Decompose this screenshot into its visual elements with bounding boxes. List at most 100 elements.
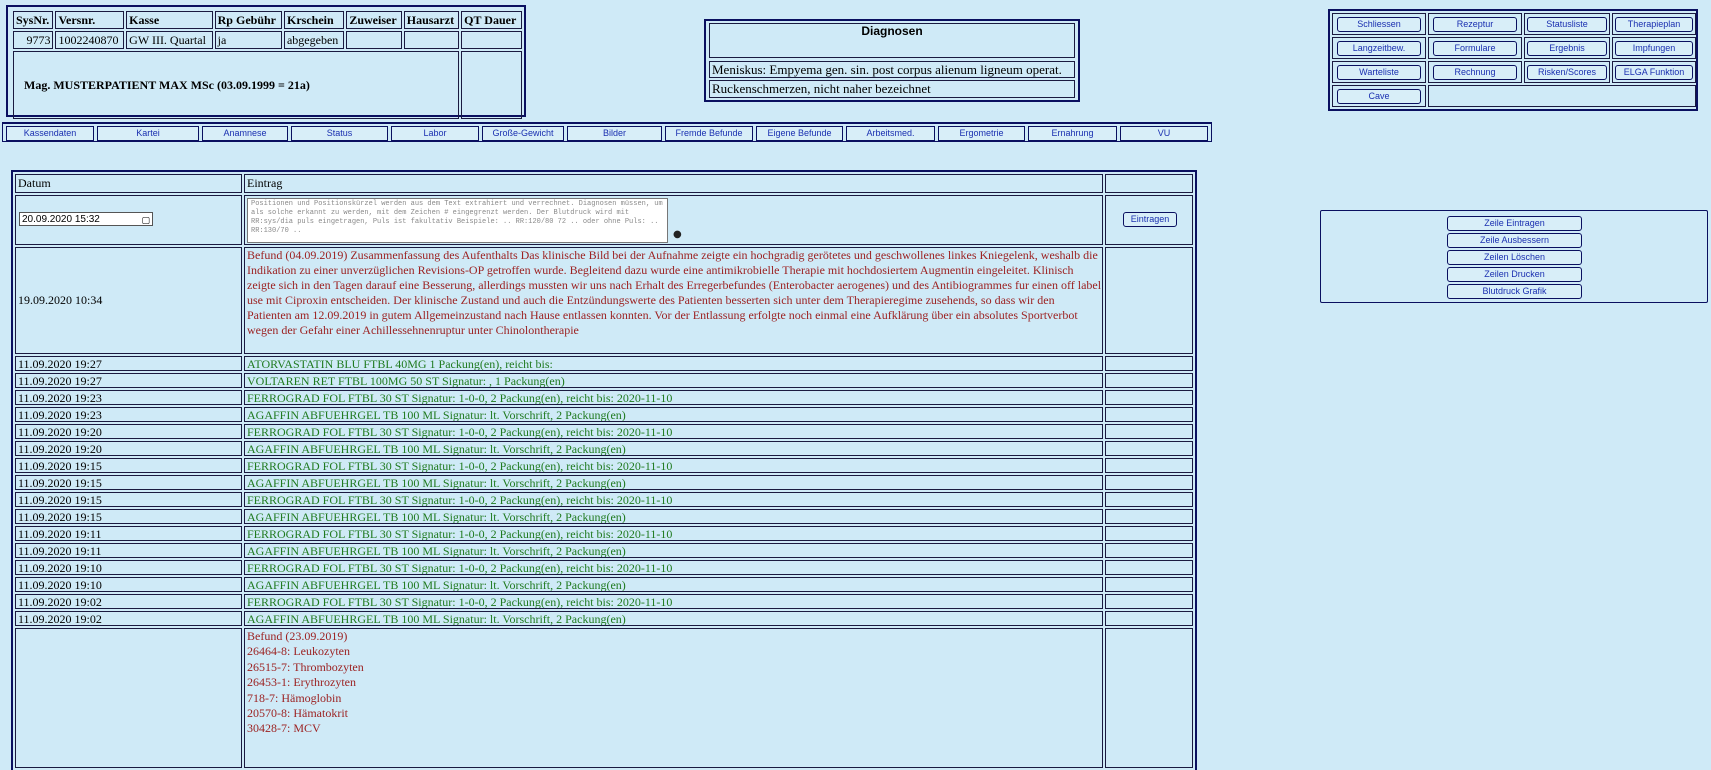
zeile-eintragen-button[interactable]: Zeile Eintragen [1447,216,1582,231]
row-date: 11.09.2020 19:10 [15,560,242,575]
row-date: 11.09.2020 19:15 [15,458,242,473]
tab-kassendaten[interactable]: Kassendaten [6,126,94,141]
tab-bar: Kassendaten Kartei Anamnese Status Labor… [2,122,1212,142]
patient-name: Mag. MUSTERPATIENT MAX MSc (03.09.1999 =… [13,51,460,119]
diagnoses-panel: Diagnosen Meniskus: Empyema gen. sin. po… [704,19,1080,102]
row-date: 11.09.2020 19:15 [15,509,242,524]
tab-kartei[interactable]: Kartei [97,126,199,141]
row-date: 11.09.2020 19:20 [15,424,242,439]
tab-eigene-befunde[interactable]: Eigene Befunde [756,126,843,141]
input-date-cell: 20.09.2020 15:32 ▢ [15,195,242,245]
tab-vu[interactable]: VU [1120,126,1208,141]
column-header-eintrag: Eintrag [244,174,1103,193]
row-action-cell [1105,407,1193,422]
diagnosis-item[interactable]: Ruckenschmerzen, nicht naher bezeichnet [709,80,1075,98]
tab-status[interactable]: Status [291,126,388,141]
tab-fremde-befunde[interactable]: Fremde Befunde [665,126,753,141]
row-date: 11.09.2020 19:10 [15,577,242,592]
row-entry[interactable]: FERROGRAD FOL FTBL 30 ST Signatur: 1-0-0… [244,560,1103,575]
col-zuweiser: Zuweiser [346,11,402,29]
rechnung-button[interactable]: Rechnung [1433,65,1517,80]
tab-arbeitsmed[interactable]: Arbeitsmed. [846,126,935,141]
zeile-ausbessern-button[interactable]: Zeile Ausbessern [1447,233,1582,248]
patient-header: SysNr. Versnr. Kasse Rp Gebühr Krschein … [6,5,526,119]
lab-befund-text[interactable]: Befund (23.09.2019) 26464-8: Leukozyten … [244,628,1103,768]
versnr-value: 1002240870 [55,31,125,49]
row-entry[interactable]: FERROGRAD FOL FTBL 30 ST Signatur: 1-0-0… [244,390,1103,405]
zeilen-drucken-button[interactable]: Zeilen Drucken [1447,267,1582,282]
zeilen-loeschen-button[interactable]: Zeilen Löschen [1447,250,1582,265]
cave-button[interactable]: Cave [1337,89,1421,104]
row-entry[interactable]: FERROGRAD FOL FTBL 30 ST Signatur: 1-0-0… [244,594,1103,609]
qt-dauer-value [461,31,522,49]
elga-funktion-button[interactable]: ELGA Funktion [1615,65,1693,80]
row-action-cell [1105,458,1193,473]
row-action-cell [1105,492,1193,507]
sysnr-value: 9773 [13,31,54,49]
column-header-datum: Datum [15,174,242,193]
row-date: 11.09.2020 19:15 [15,492,242,507]
microphone-icon[interactable]: ● [673,228,682,242]
action-panel: Schliessen Rezeptur Statusliste Therapie… [1328,9,1698,111]
row-entry[interactable]: FERROGRAD FOL FTBL 30 ST Signatur: 1-0-0… [244,458,1103,473]
row-entry[interactable]: FERROGRAD FOL FTBL 30 ST Signatur: 1-0-0… [244,526,1103,541]
row-entry[interactable]: AGAFFIN ABFUEHRGEL TB 100 ML Signatur: l… [244,475,1103,490]
col-versnr: Versnr. [55,11,125,29]
row-entry[interactable]: ATORVASTATIN BLU FTBL 40MG 1 Packung(en)… [244,356,1103,371]
calendar-icon[interactable]: ▢ [141,213,150,227]
row-entry[interactable]: FERROGRAD FOL FTBL 30 ST Signatur: 1-0-0… [244,424,1103,439]
row-entry[interactable]: AGAFFIN ABFUEHRGEL TB 100 ML Signatur: l… [244,577,1103,592]
tab-anamnese[interactable]: Anamnese [202,126,288,141]
row-date: 11.09.2020 19:23 [15,390,242,405]
row-entry[interactable]: AGAFFIN ABFUEHRGEL TB 100 ML Signatur: l… [244,509,1103,524]
risken-scores-button[interactable]: Risken/Scores [1527,65,1607,80]
lab-date-cell [15,628,242,768]
row-action-cell [1105,611,1193,626]
rezeptur-button[interactable]: Rezeptur [1433,17,1517,32]
column-header-action [1105,174,1193,193]
rp-gebuehr-value: ja [214,31,282,49]
tab-ergometrie[interactable]: Ergometrie [938,126,1025,141]
eintragen-button[interactable]: Eintragen [1123,212,1177,227]
row-action-cell [1105,356,1193,371]
tab-labor[interactable]: Labor [391,126,479,141]
row-action-cell [1105,526,1193,541]
row-entry[interactable]: AGAFFIN ABFUEHRGEL TB 100 ML Signatur: l… [244,407,1103,422]
entry-textarea[interactable]: Positionen und Positionskürzel werden au… [247,198,668,243]
row-date: 11.09.2020 19:11 [15,543,242,558]
diagnosis-item[interactable]: Meniskus: Empyema gen. sin. post corpus … [709,61,1075,78]
col-rp-gebuehr: Rp Gebühr [214,11,282,29]
blutdruck-grafik-button[interactable]: Blutdruck Grafik [1447,284,1582,299]
krschein-value: abgegeben [283,31,345,49]
row-actions-panel: Zeile Eintragen Zeile Ausbessern Zeilen … [1320,210,1708,303]
row-action-cell [1105,543,1193,558]
schliessen-button[interactable]: Schliessen [1337,17,1421,32]
row-action-cell [1105,390,1193,405]
warteliste-button[interactable]: Warteliste [1337,65,1421,80]
row-entry[interactable]: VOLTAREN RET FTBL 100MG 50 ST Signatur: … [244,373,1103,388]
diagnoses-title: Diagnosen [709,23,1075,58]
row-entry[interactable]: AGAFFIN ABFUEHRGEL TB 100 ML Signatur: l… [244,611,1103,626]
tab-ernahrung[interactable]: Ernahrung [1028,126,1117,141]
datetime-value: 20.09.2020 15:32 [22,214,100,225]
formulare-button[interactable]: Formulare [1433,41,1517,56]
journal-table: Datum Eintrag 20.09.2020 15:32 ▢ Positio… [11,170,1197,770]
tab-grosse-gewicht[interactable]: Große-Gewicht [482,126,564,141]
row-entry[interactable]: FERROGRAD FOL FTBL 30 ST Signatur: 1-0-0… [244,492,1103,507]
row-entry[interactable]: AGAFFIN ABFUEHRGEL TB 100 ML Signatur: l… [244,441,1103,456]
row-action-cell [1105,373,1193,388]
row-action-cell [1105,577,1193,592]
statusliste-button[interactable]: Statusliste [1527,17,1607,32]
impfungen-button[interactable]: Impfungen [1615,41,1693,56]
befund-text[interactable]: Befund (04.09.2019) Zusammenfassung des … [244,247,1103,354]
tab-bilder[interactable]: Bilder [567,126,662,141]
therapieplan-button[interactable]: Therapieplan [1615,17,1693,32]
patient-extra-cell [461,51,522,119]
row-date: 11.09.2020 19:15 [15,475,242,490]
row-action-cell [1105,509,1193,524]
datetime-input[interactable]: 20.09.2020 15:32 ▢ [19,212,153,226]
row-date: 11.09.2020 19:23 [15,407,242,422]
langzeitbew-button[interactable]: Langzeitbew. [1337,41,1421,56]
row-entry[interactable]: AGAFFIN ABFUEHRGEL TB 100 ML Signatur: l… [244,543,1103,558]
ergebnis-button[interactable]: Ergebnis [1527,41,1607,56]
